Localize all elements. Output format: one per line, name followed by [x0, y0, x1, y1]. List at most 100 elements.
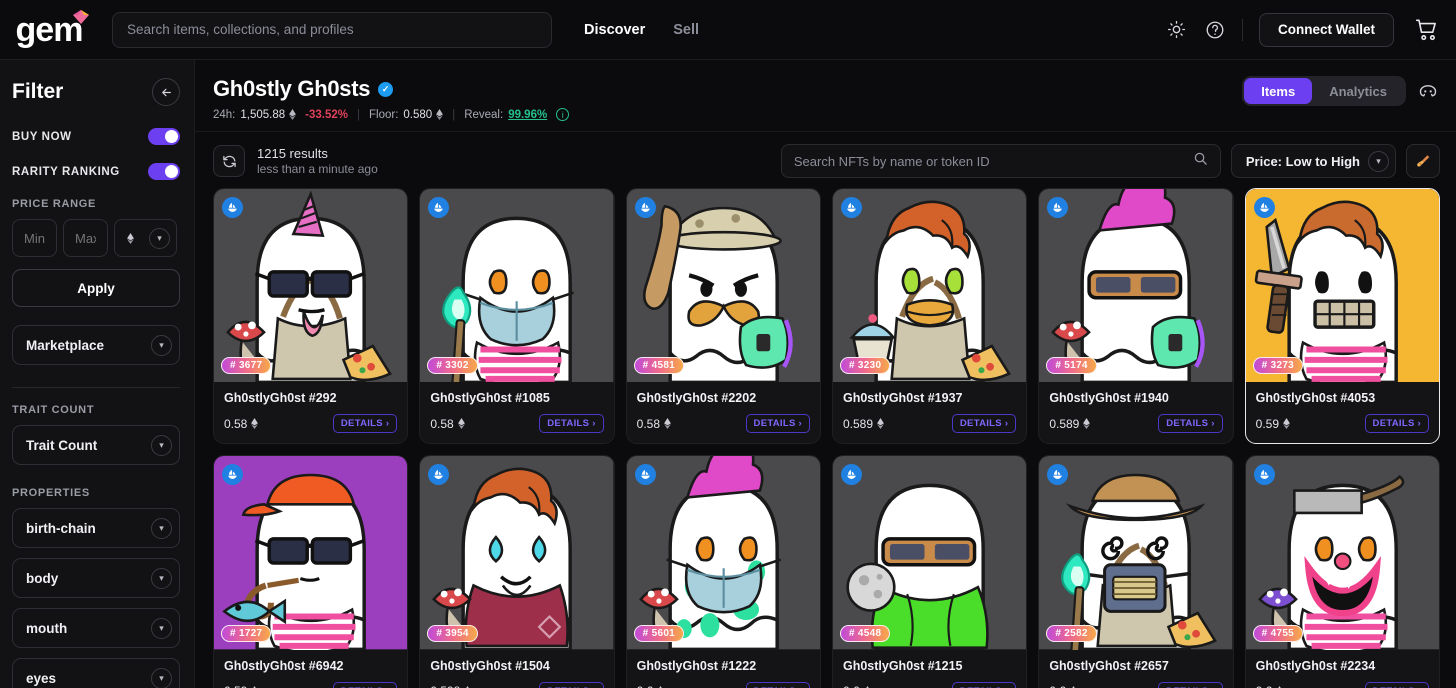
- switch-knob: [165, 165, 178, 178]
- nft-details-button[interactable]: DETAILS ›: [332, 681, 398, 688]
- nft-details-button[interactable]: DETAILS ›: [745, 414, 810, 434]
- nft-card[interactable]: # 4581 Gh0stlyGh0st #2202 0.58 DETAILS ›: [625, 188, 821, 445]
- nft-artwork[interactable]: # 3273: [1245, 189, 1439, 383]
- nft-artwork[interactable]: # 3302: [420, 189, 614, 383]
- nft-artwork[interactable]: # 4548: [832, 456, 1027, 650]
- nft-card-info: Gh0stlyGh0st #1937 0.589 DETAILS ›: [833, 382, 1026, 443]
- filter-toggle-rarity-ranking[interactable]: RARITY RANKING: [12, 163, 180, 180]
- chevron-down-icon: ▾: [151, 434, 172, 456]
- nft-price-value: 0.6: [1256, 684, 1273, 688]
- tab-analytics[interactable]: Analytics: [1312, 78, 1404, 104]
- nft-card[interactable]: # 3273 Gh0stlyGh0st #4053 0.59 DETAILS ›: [1244, 188, 1440, 445]
- nft-card[interactable]: # 1727 Gh0stlyGh0st #6942 0.59 DETAILS ›: [213, 455, 409, 688]
- nft-artwork[interactable]: # 4581: [626, 189, 820, 383]
- nft-details-button[interactable]: DETAILS ›: [951, 681, 1017, 688]
- nft-details-button[interactable]: DETAILS ›: [1158, 414, 1223, 434]
- nft-card-footer: 0.59 DETAILS ›: [1256, 414, 1429, 434]
- property-dropdown-eyes[interactable]: eyes ▾: [12, 658, 180, 688]
- nft-card[interactable]: # 5601 Gh0stlyGh0st #1222 0.6 DETAILS ›: [625, 455, 821, 688]
- nav-link-sell[interactable]: Sell: [673, 22, 699, 38]
- ethereum-icon: [127, 232, 134, 244]
- nft-artwork[interactable]: # 3954: [420, 456, 614, 650]
- nft-card[interactable]: # 3302 Gh0stlyGh0st #1085 0.58 DETAILS ›: [419, 188, 615, 445]
- rarity-ranking-switch[interactable]: [148, 163, 180, 180]
- opensea-sailboat-icon[interactable]: [1253, 197, 1275, 218]
- nft-artwork[interactable]: # 3230: [832, 189, 1027, 383]
- nft-details-button[interactable]: DETAILS ›: [745, 681, 810, 688]
- rarity-rank-badge: # 3273: [1252, 357, 1304, 375]
- property-dropdown-mouth[interactable]: mouth ▾: [12, 608, 180, 648]
- filter-toggle-buy-now[interactable]: BUY NOW: [12, 128, 180, 145]
- nft-search-box[interactable]: [780, 144, 1221, 178]
- global-search-input[interactable]: [127, 22, 537, 37]
- nft-artwork[interactable]: # 2582: [1039, 456, 1233, 650]
- opensea-sailboat-icon[interactable]: [840, 197, 862, 218]
- nft-card[interactable]: # 3677 Gh0stlyGh0st #292 0.58 DETAILS ›: [213, 188, 409, 445]
- global-search-box[interactable]: [112, 11, 552, 48]
- arrow-left-icon[interactable]: [152, 78, 180, 106]
- nft-details-button[interactable]: DETAILS ›: [1364, 414, 1429, 434]
- refresh-icon[interactable]: [213, 145, 245, 177]
- page-body: Filter BUY NOW RARITY RANKING PRICE RANG…: [0, 60, 1456, 688]
- nft-artwork[interactable]: # 5174: [1039, 189, 1233, 383]
- nft-price-value: 0.598: [430, 684, 460, 688]
- nft-search-input[interactable]: [793, 153, 1185, 169]
- nft-details-button[interactable]: DETAILS ›: [539, 681, 604, 688]
- nft-price-row: 0.59: [224, 684, 258, 688]
- property-label: body: [26, 570, 59, 586]
- ethereum-icon: [436, 109, 444, 120]
- nft-details-button[interactable]: DETAILS ›: [1364, 681, 1429, 688]
- nav-link-discover[interactable]: Discover: [584, 22, 645, 38]
- nft-card[interactable]: # 2582 Gh0stlyGh0st #2657 0.6 DETAILS ›: [1038, 455, 1234, 688]
- nft-artwork[interactable]: # 4755: [1245, 456, 1439, 650]
- info-icon[interactable]: i: [556, 108, 570, 121]
- sort-dropdown[interactable]: Price: Low to High ▾: [1230, 144, 1396, 178]
- nft-details-button[interactable]: DETAILS ›: [951, 414, 1017, 434]
- nft-card[interactable]: # 4548 Gh0stlyGh0st #1215 0.6 DETAILS ›: [831, 455, 1028, 688]
- main-content: Gh0stly Gh0sts ✓ 24h: 1,505.88 -33.52% |…: [195, 60, 1456, 688]
- collection-info: Gh0stly Gh0sts ✓ 24h: 1,505.88 -33.52% |…: [213, 76, 570, 121]
- property-dropdown-body[interactable]: body ▾: [12, 558, 180, 598]
- nft-price-value: 0.58: [636, 416, 661, 431]
- nft-details-button[interactable]: DETAILS ›: [1158, 681, 1223, 688]
- nft-details-button[interactable]: DETAILS ›: [332, 414, 398, 434]
- buy-now-switch[interactable]: [148, 128, 180, 145]
- connect-wallet-button[interactable]: Connect Wallet: [1258, 12, 1394, 47]
- opensea-sailboat-icon[interactable]: [1253, 464, 1275, 486]
- sun-icon[interactable]: [1166, 19, 1188, 41]
- broom-icon[interactable]: [1406, 144, 1440, 178]
- tab-items[interactable]: Items: [1244, 78, 1313, 104]
- marketplace-dropdown[interactable]: Marketplace ▾: [12, 325, 180, 365]
- gem-logo[interactable]: gem: [0, 0, 98, 60]
- opensea-sailboat-icon[interactable]: [634, 464, 656, 486]
- nft-card[interactable]: # 4755 Gh0stlyGh0st #2234 0.6 DETAILS ›: [1244, 455, 1440, 688]
- question-circle-icon[interactable]: [1204, 19, 1226, 41]
- apply-filters-button[interactable]: Apply: [12, 269, 180, 307]
- property-dropdown-birth-chain[interactable]: birth-chain ▾: [12, 508, 180, 548]
- nft-card[interactable]: # 3954 Gh0stlyGh0st #1504 0.598 DETAILS ›: [419, 455, 615, 688]
- volume-24h-label: 24h:: [213, 108, 236, 121]
- nft-artwork[interactable]: # 5601: [626, 456, 820, 650]
- nft-artwork[interactable]: # 3677: [214, 189, 408, 383]
- nft-card-info: Gh0stlyGh0st #1215 0.6 DETAILS ›: [833, 650, 1026, 688]
- nft-card[interactable]: # 3230 Gh0stlyGh0st #1937 0.589 DETAILS ›: [831, 188, 1028, 445]
- shopping-cart-icon[interactable]: [1414, 17, 1440, 43]
- opensea-sailboat-icon[interactable]: [634, 197, 656, 218]
- trait-count-dropdown[interactable]: Trait Count ▾: [12, 425, 180, 465]
- broom-glyph: [1416, 154, 1429, 167]
- nft-name: Gh0stlyGh0st #292: [224, 391, 337, 406]
- nft-name: Gh0stlyGh0st #1215: [842, 658, 963, 673]
- currency-selector[interactable]: ▾: [114, 219, 177, 257]
- nft-grid-scroll-area[interactable]: # 3677 Gh0stlyGh0st #292 0.58 DETAILS › # 3…: [195, 188, 1456, 688]
- nft-details-button[interactable]: DETAILS ›: [539, 414, 604, 434]
- nft-price-value: 0.6: [637, 684, 654, 688]
- price-max-field[interactable]: [63, 219, 108, 257]
- opensea-sailboat-icon[interactable]: [222, 197, 243, 218]
- rarity-rank-badge: # 3954: [427, 624, 478, 642]
- price-min-field[interactable]: [12, 219, 57, 257]
- nft-card[interactable]: # 5174 Gh0stlyGh0st #1940 0.589 DETAILS ›: [1038, 188, 1234, 445]
- discord-icon[interactable]: [1416, 79, 1440, 103]
- price-max-input[interactable]: [75, 230, 96, 246]
- price-min-input[interactable]: [24, 230, 45, 246]
- nft-artwork[interactable]: # 1727: [214, 456, 408, 650]
